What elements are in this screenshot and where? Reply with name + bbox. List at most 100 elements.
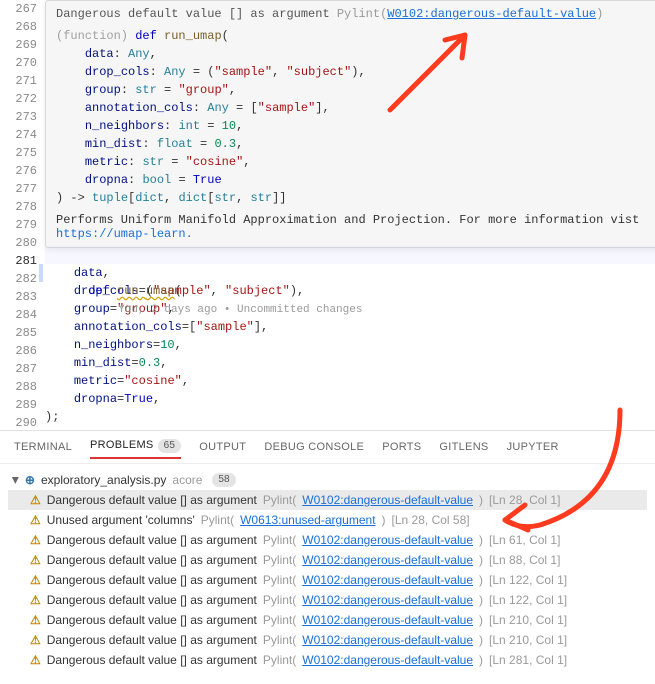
editor-region[interactable]: 2672682692702712722732742752762772782792… xyxy=(0,0,655,430)
python-file-icon: ⊕ xyxy=(25,473,35,487)
problems-file-row[interactable]: ▶ ⊕ exploratory_analysis.py acore 58 xyxy=(8,470,647,490)
problem-message: Dangerous default value [] as argument xyxy=(47,613,257,627)
problem-row[interactable]: ⚠ Dangerous default value [] as argument… xyxy=(8,610,647,630)
hover-doc-link[interactable]: https://umap-learn. xyxy=(56,227,193,241)
code-line[interactable]: annotation_cols=["sample"], xyxy=(45,318,655,336)
line-number: 289 xyxy=(0,396,37,414)
problem-row[interactable]: ⚠ Dangerous default value [] as argument… xyxy=(8,550,647,570)
problem-message: Dangerous default value [] as argument xyxy=(47,573,257,587)
code-line[interactable]: data, xyxy=(45,264,655,282)
panel-tabs[interactable]: TERMINAL PROBLEMS65 OUTPUT DEBUG CONSOLE… xyxy=(0,431,655,464)
line-number: 275 xyxy=(0,144,37,162)
line-number: 273 xyxy=(0,108,37,126)
problems-count-badge: 65 xyxy=(158,439,182,453)
line-number: 281 xyxy=(0,252,37,270)
code-line[interactable]: metric="cosine", xyxy=(45,372,655,390)
warning-icon: ⚠ xyxy=(30,593,41,607)
problem-position: [Ln 210, Col 1] xyxy=(489,633,567,647)
line-number: 285 xyxy=(0,324,37,342)
problem-code-link[interactable]: W0102:dangerous-default-value xyxy=(302,613,473,627)
tab-output[interactable]: OUTPUT xyxy=(199,441,246,457)
problem-code-link[interactable]: W0102:dangerous-default-value xyxy=(302,633,473,647)
warning-icon: ⚠ xyxy=(30,553,41,567)
tab-ports[interactable]: PORTS xyxy=(382,441,421,457)
line-number: 272 xyxy=(0,90,37,108)
code-line[interactable]: n_neighbors=10, xyxy=(45,336,655,354)
bottom-panel[interactable]: TERMINAL PROBLEMS65 OUTPUT DEBUG CONSOLE… xyxy=(0,430,655,684)
code-line-def[interactable]: def run umap( You, 2 days ago • Uncommit… xyxy=(45,246,655,264)
line-number: 277 xyxy=(0,180,37,198)
problem-row[interactable]: ⚠ Dangerous default value [] as argument… xyxy=(8,650,647,670)
line-number: 269 xyxy=(0,36,37,54)
problem-row[interactable]: ⚠ Dangerous default value [] as argument… xyxy=(8,590,647,610)
tab-jupyter[interactable]: JUPYTER xyxy=(507,441,559,457)
file-problem-count-badge: 58 xyxy=(212,473,235,487)
problem-row[interactable]: ⚠ Unused argument 'columns' Pylint(W0613… xyxy=(8,510,647,530)
problem-code-link[interactable]: W0102:dangerous-default-value xyxy=(302,573,473,587)
line-number: 288 xyxy=(0,378,37,396)
problem-code-link[interactable]: W0102:dangerous-default-value xyxy=(302,653,473,667)
problem-row[interactable]: ⚠ Dangerous default value [] as argument… xyxy=(8,530,647,550)
hover-doc: Performs Uniform Manifold Approximation … xyxy=(56,213,655,241)
line-number: 274 xyxy=(0,126,37,144)
problem-message: Dangerous default value [] as argument xyxy=(47,493,257,507)
tab-problems[interactable]: PROBLEMS65 xyxy=(90,439,181,459)
warning-icon: ⚠ xyxy=(30,633,41,647)
hover-signature: (function) def run_umap( data: Any, drop… xyxy=(56,27,655,207)
line-number: 290 xyxy=(0,414,37,432)
problems-body[interactable]: ▶ ⊕ exploratory_analysis.py acore 58 ⚠ D… xyxy=(0,464,655,676)
problem-message: Dangerous default value [] as argument xyxy=(47,633,257,647)
hover-message: Dangerous default value [] as argument xyxy=(56,7,330,21)
code-line[interactable]: min_dist=0.3, xyxy=(45,354,655,372)
code-line-close[interactable]: ); xyxy=(45,408,655,426)
tab-debug-console[interactable]: DEBUG CONSOLE xyxy=(264,441,364,457)
problem-code-link[interactable]: W0613:unused-argument xyxy=(240,513,375,527)
problem-position: [Ln 122, Col 1] xyxy=(489,573,567,587)
current-line-marker xyxy=(39,264,43,282)
problem-row[interactable]: ⚠ Dangerous default value [] as argument… xyxy=(8,490,647,510)
line-number: 280 xyxy=(0,234,37,252)
problem-source: Pylint( xyxy=(263,593,296,607)
line-number: 268 xyxy=(0,18,37,36)
line-number: 276 xyxy=(0,162,37,180)
line-number: 271 xyxy=(0,72,37,90)
problem-code-link[interactable]: W0102:dangerous-default-value xyxy=(302,493,473,507)
hover-source: Pylint( xyxy=(337,7,387,21)
problem-code-link[interactable]: W0102:dangerous-default-value xyxy=(302,553,473,567)
problem-message: Dangerous default value [] as argument xyxy=(47,653,257,667)
line-number: 282 xyxy=(0,270,37,288)
warning-icon: ⚠ xyxy=(30,653,41,667)
problems-file-folder: acore xyxy=(172,473,202,487)
warning-icon: ⚠ xyxy=(30,533,41,547)
problem-source: Pylint( xyxy=(263,533,296,547)
problem-list[interactable]: ⚠ Dangerous default value [] as argument… xyxy=(8,490,647,670)
problem-code-link[interactable]: W0102:dangerous-default-value xyxy=(302,533,473,547)
problem-source: Pylint( xyxy=(263,653,296,667)
hover-tooltip: Dangerous default value [] as argument P… xyxy=(45,0,655,248)
problem-position: [Ln 88, Col 1] xyxy=(489,553,560,567)
hover-code-link[interactable]: W0102:dangerous-default-value xyxy=(387,7,596,21)
problem-row[interactable]: ⚠ Dangerous default value [] as argument… xyxy=(8,570,647,590)
line-number: 270 xyxy=(0,54,37,72)
problem-source: Pylint( xyxy=(263,493,296,507)
line-number: 287 xyxy=(0,360,37,378)
problem-code-link[interactable]: W0102:dangerous-default-value xyxy=(302,593,473,607)
line-number: 278 xyxy=(0,198,37,216)
problem-source: Pylint( xyxy=(263,633,296,647)
warning-icon: ⚠ xyxy=(30,613,41,627)
warning-icon: ⚠ xyxy=(30,513,41,527)
chevron-down-icon[interactable]: ▶ xyxy=(10,477,21,484)
problems-file-name: exploratory_analysis.py xyxy=(41,473,166,487)
warning-icon: ⚠ xyxy=(30,493,41,507)
problem-row[interactable]: ⚠ Dangerous default value [] as argument… xyxy=(8,630,647,650)
problem-source: Pylint( xyxy=(201,513,234,527)
line-number: 267 xyxy=(0,0,37,18)
tab-gitlens[interactable]: GITLENS xyxy=(439,441,488,457)
line-number: 284 xyxy=(0,306,37,324)
code-line[interactable]: dropna=True, xyxy=(45,390,655,408)
code-area[interactable]: Dangerous default value [] as argument P… xyxy=(45,0,655,430)
problem-source: Pylint( xyxy=(263,573,296,587)
tab-terminal[interactable]: TERMINAL xyxy=(14,441,72,457)
problem-position: [Ln 61, Col 1] xyxy=(489,533,560,547)
problem-position: [Ln 210, Col 1] xyxy=(489,613,567,627)
